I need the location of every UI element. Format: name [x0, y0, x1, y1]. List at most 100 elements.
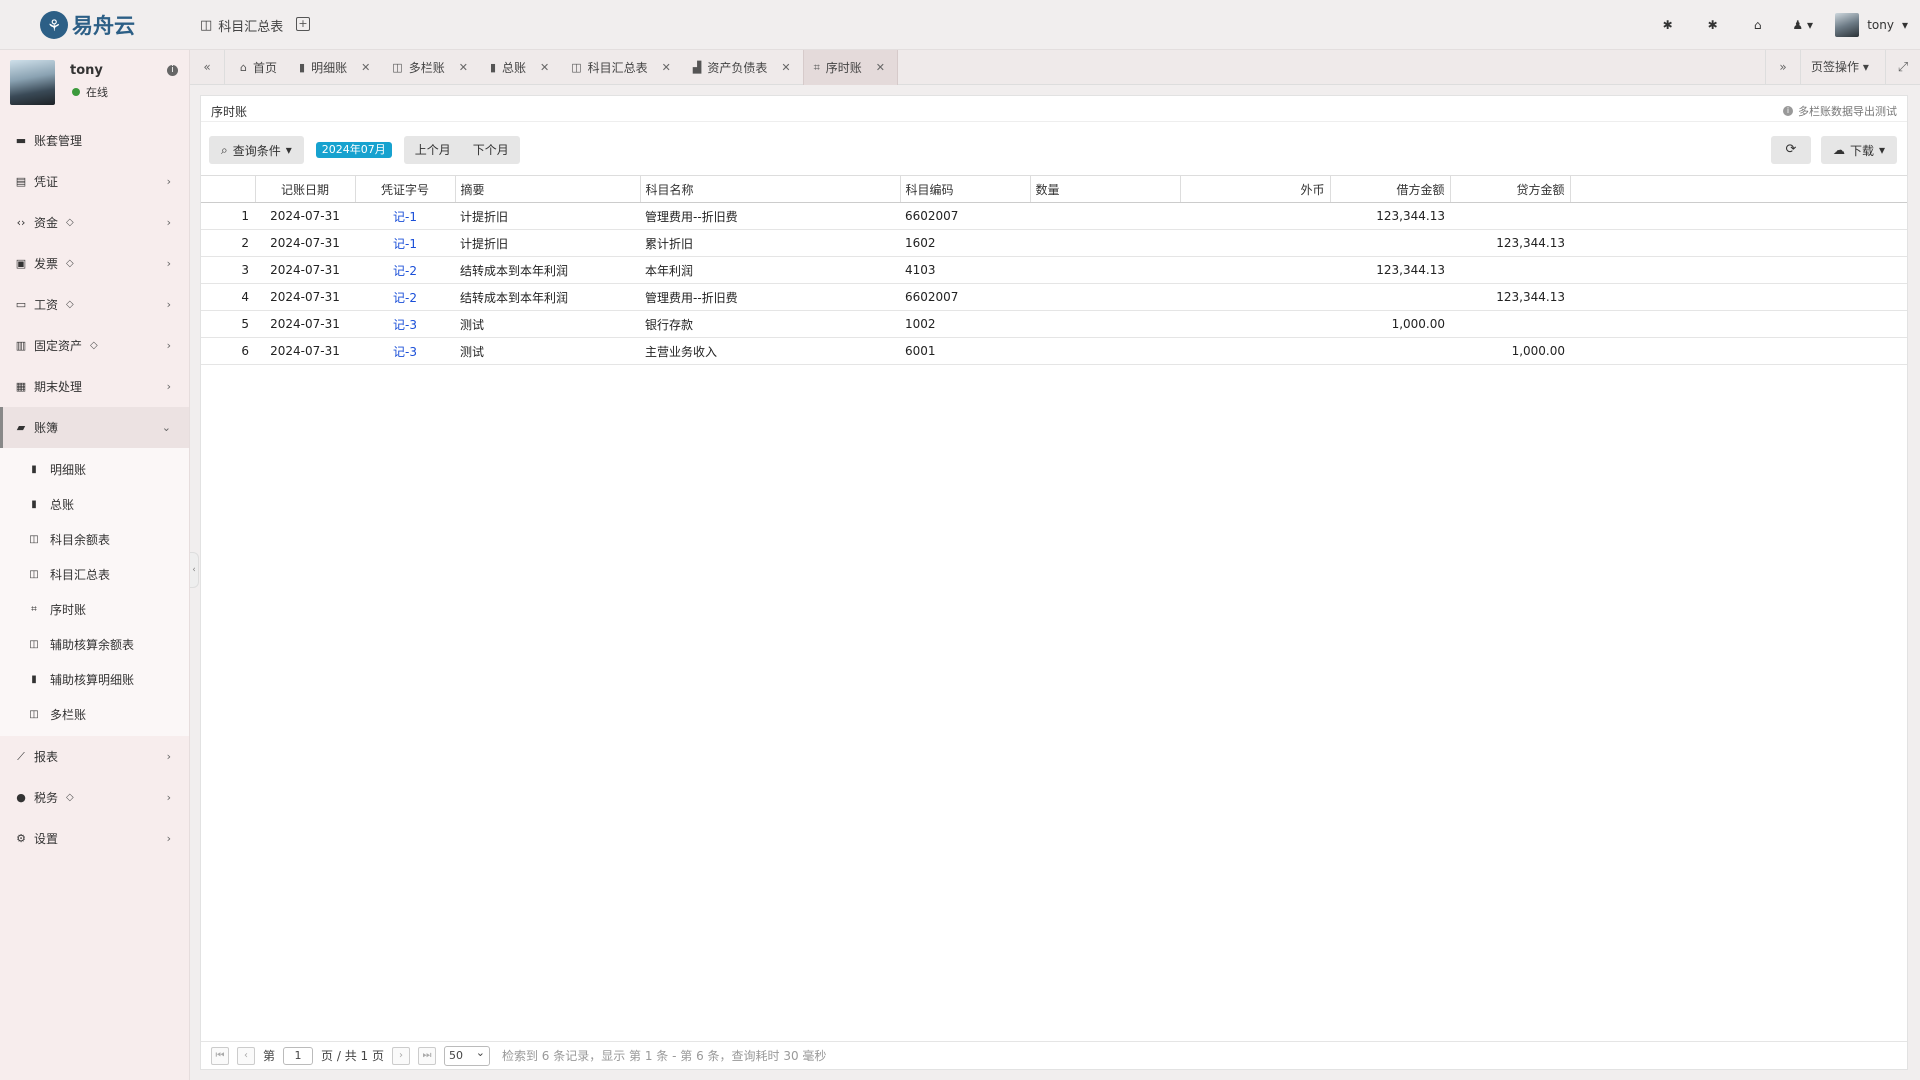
close-icon[interactable]: ✕	[662, 61, 671, 74]
cell-account-name: 管理费用--折旧费	[640, 202, 900, 230]
cell-voucher-link[interactable]: 记-2	[355, 283, 455, 311]
sidebar-item-settings[interactable]: ⚙ 设置 ›	[0, 818, 189, 859]
cell-voucher-link[interactable]: 记-1	[355, 229, 455, 257]
sidebar-item-fixed-assets[interactable]: ▥ 固定资产 ◇ ›	[0, 325, 189, 366]
column-header-credit[interactable]: 贷方金额	[1450, 175, 1571, 203]
cell-spacer	[1570, 256, 1907, 284]
submenu-item-aux-detail[interactable]: ▮ 辅助核算明细账	[0, 662, 189, 697]
tab-detail-ledger[interactable]: ▮ 明细账 ✕	[289, 50, 382, 85]
fullscreen-icon[interactable]: ⤢	[1885, 50, 1920, 85]
submenu-item-general-ledger[interactable]: ▮ 总账	[0, 487, 189, 522]
cell-credit	[1450, 310, 1570, 338]
sidebar-item-voucher[interactable]: ▤ 凭证 ›	[0, 161, 189, 202]
column-header-spacer	[1570, 175, 1907, 203]
tab-multi-column[interactable]: ◫ 多栏账 ✕	[382, 50, 480, 85]
first-page-button[interactable]: ⏮	[211, 1046, 229, 1065]
cell-account-name: 累计折旧	[640, 229, 900, 257]
user-dropdown[interactable]: tony ▾	[1825, 13, 1920, 37]
column-header-account-code[interactable]: 科目编码	[900, 175, 1031, 203]
tab-scroll-right-button[interactable]: »	[1765, 50, 1800, 85]
table-header-row: 记账日期 凭证字号 摘要 科目名称 科目编码 数量 外币 借方金额 贷方金额	[201, 175, 1907, 203]
app-logo[interactable]: ⚘ 易舟云	[40, 10, 135, 40]
cell-spacer	[1570, 202, 1907, 230]
page-size-select[interactable]: 50	[443, 1044, 490, 1066]
open-document-link[interactable]: ◫ 科目汇总表	[200, 16, 283, 35]
close-icon[interactable]: ✕	[361, 61, 370, 74]
cell-voucher-link[interactable]: 记-3	[355, 337, 455, 365]
table-row[interactable]: 1 2024-07-31 记-1 计提折旧 管理费用--折旧费 6602007 123,34…	[201, 202, 1907, 230]
next-page-button[interactable]: ›	[391, 1046, 410, 1065]
column-header-summary[interactable]: 摘要	[455, 175, 641, 203]
cell-voucher-link[interactable]: 记-3	[355, 310, 455, 338]
sidebar-item-funds[interactable]: ‹› 资金 ◇ ›	[0, 202, 189, 243]
sidebar-item-payroll[interactable]: ▭ 工资 ◇ ›	[0, 284, 189, 325]
submenu-item-account-summary[interactable]: ◫ 科目汇总表	[0, 557, 189, 592]
refresh-button[interactable]: ⟳	[1770, 136, 1811, 164]
home-icon[interactable]: ⌂	[1735, 18, 1780, 32]
logo-icon: ⚘	[40, 11, 68, 39]
column-header-quantity[interactable]: 数量	[1030, 175, 1181, 203]
prev-month-button[interactable]: 上个月	[404, 136, 462, 164]
cell-account-name: 主营业务收入	[640, 337, 900, 365]
close-icon[interactable]: ✕	[781, 61, 790, 74]
sidebar-item-tax[interactable]: ● 税务 ◇ ›	[0, 777, 189, 818]
column-header-account-name[interactable]: 科目名称	[640, 175, 901, 203]
tab-operations-dropdown[interactable]: 页签操作 ▾	[1800, 50, 1885, 85]
sidebar-collapse-handle[interactable]: ‹	[190, 552, 199, 588]
tab-general-ledger[interactable]: ▮ 总账 ✕	[480, 50, 561, 85]
submenu-item-journal[interactable]: ⌗ 序时账	[0, 592, 189, 627]
bookmark-icon: ▮	[31, 674, 37, 685]
table-row[interactable]: 2 2024-07-31 记-1 计提折旧 累计折旧 1602 123,344.13	[201, 229, 1907, 257]
tab-scroll-left-button[interactable]: «	[190, 50, 225, 85]
cell-foreign-currency	[1180, 229, 1330, 257]
chevron-right-icon: ›	[166, 216, 171, 229]
sidebar-item-account-sets[interactable]: ▬ 账套管理	[0, 120, 189, 161]
table-row[interactable]: 5 2024-07-31 记-3 测试 银行存款 1002 1,000.00	[201, 310, 1907, 338]
tab-label: 总账	[502, 61, 527, 75]
status-text: 在线	[86, 86, 108, 99]
table-row[interactable]: 6 2024-07-31 记-3 测试 主营业务收入 6001 1,000.00	[201, 337, 1907, 365]
column-header-rownum	[201, 175, 256, 203]
prev-page-button[interactable]: ‹	[237, 1046, 255, 1065]
close-icon[interactable]: ✕	[459, 61, 468, 74]
submenu-item-detail-ledger[interactable]: ▮ 明细账	[0, 452, 189, 487]
page-number-input[interactable]: 1	[283, 1046, 314, 1065]
sidebar-item-reports[interactable]: ⟋ 报表 ›	[0, 736, 189, 777]
column-header-debit[interactable]: 借方金额	[1330, 175, 1451, 203]
column-header-foreign-currency[interactable]: 外币	[1180, 175, 1331, 203]
sidebar-item-ledgers[interactable]: ▰ 账簿 ⌄	[0, 407, 189, 448]
diamond-icon: ◇	[90, 340, 98, 351]
close-icon[interactable]: ✕	[540, 61, 549, 74]
panel-note-text: 多栏账数据导出测试	[1798, 105, 1897, 118]
submenu-item-account-balance[interactable]: ◫ 科目余额表	[0, 522, 189, 557]
cell-voucher-link[interactable]: 记-2	[355, 256, 455, 284]
column-header-date[interactable]: 记账日期	[255, 175, 356, 203]
bug-icon[interactable]: ✱	[1690, 18, 1735, 32]
sidebar-item-label: 账簿	[34, 421, 59, 435]
tab-home[interactable]: ⌂ 首页	[230, 50, 289, 85]
info-icon[interactable]: i	[167, 65, 178, 76]
tab-journal[interactable]: ⌗ 序时账 ✕	[802, 50, 899, 85]
tab-balance-sheet[interactable]: ▟ 资产负债表 ✕	[683, 50, 803, 85]
bug-icon[interactable]: ✱	[1645, 18, 1690, 32]
add-tab-button[interactable]: +	[296, 17, 310, 31]
sidebar-item-invoice[interactable]: ▣ 发票 ◇ ›	[0, 243, 189, 284]
last-page-button[interactable]: ⏭	[417, 1046, 436, 1065]
column-header-voucher[interactable]: 凭证字号	[355, 175, 456, 203]
user-menu-icon[interactable]: ♟ ▾	[1780, 18, 1825, 32]
tab-account-summary[interactable]: ◫ 科目汇总表 ✕	[561, 50, 683, 85]
sidebar-item-period-end[interactable]: ▦ 期末处理 ›	[0, 366, 189, 407]
cell-account-name: 本年利润	[640, 256, 900, 284]
query-conditions-button[interactable]: ⌕ 查询条件 ▾	[209, 136, 304, 164]
cell-rownum: 2	[201, 229, 255, 257]
download-button[interactable]: ☁ 下载 ▾	[1820, 136, 1897, 164]
close-icon[interactable]: ✕	[876, 61, 885, 74]
table-row[interactable]: 4 2024-07-31 记-2 结转成本到本年利润 管理费用--折旧费 6602007 1…	[201, 283, 1907, 311]
next-month-button[interactable]: 下个月	[462, 136, 520, 164]
cell-rownum: 6	[201, 337, 255, 365]
table-row[interactable]: 3 2024-07-31 记-2 结转成本到本年利润 本年利润 4103 123,344.1…	[201, 256, 1907, 284]
submenu-item-aux-balance[interactable]: ◫ 辅助核算余额表	[0, 627, 189, 662]
cell-account-name: 银行存款	[640, 310, 900, 338]
submenu-item-multi-column[interactable]: ◫ 多栏账	[0, 697, 189, 732]
cell-voucher-link[interactable]: 记-1	[355, 202, 455, 230]
